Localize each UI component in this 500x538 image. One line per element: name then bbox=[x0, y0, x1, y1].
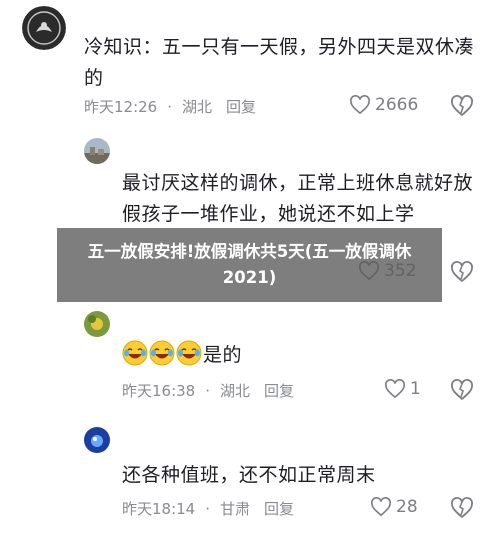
comment-location: 甘肃 bbox=[220, 500, 251, 518]
dislike-button[interactable] bbox=[450, 496, 474, 520]
dislike-heart-icon bbox=[451, 95, 473, 117]
like-button[interactable]: 28 bbox=[370, 497, 418, 517]
like-count: 28 bbox=[396, 497, 418, 517]
comment-location: 湖北 bbox=[220, 382, 251, 400]
comment-location: 湖北 bbox=[182, 98, 213, 116]
avatar[interactable] bbox=[84, 311, 110, 337]
dislike-heart-icon bbox=[451, 379, 473, 401]
like-count: 2666 bbox=[375, 95, 419, 115]
comment-text: 最讨厌这样的调休，正常上班休息就好放假孩子一堆作业，她说还不如上学 bbox=[122, 172, 474, 225]
laughing-emoji bbox=[149, 340, 175, 366]
banner-title: 五一放假安排!放假调休共5天(五一放假调休2021) bbox=[87, 242, 412, 287]
comment-meta: 昨天16:38 · 湖北 回复 bbox=[122, 380, 294, 401]
like-button[interactable]: 1 bbox=[384, 379, 421, 399]
title-banner: 五一放假安排!放假调休共5天(五一放假调休2021) bbox=[57, 228, 442, 302]
comment-time: 昨天18:14 bbox=[122, 500, 196, 518]
reply-button[interactable]: 回复 bbox=[226, 96, 256, 117]
heart-icon bbox=[350, 95, 370, 115]
comment-meta: 昨天12:26 · 湖北 回复 bbox=[84, 96, 256, 117]
heart-icon bbox=[385, 379, 405, 399]
laughing-emoji bbox=[176, 340, 202, 366]
laughing-emoji bbox=[122, 340, 148, 366]
comment-text: 还各种值班，还不如正常周末 bbox=[122, 464, 376, 486]
dislike-heart-icon bbox=[451, 261, 473, 283]
like-count: 1 bbox=[410, 379, 421, 399]
comment-text: 冷知识：五一只有一天假，另外四天是双休凑的 bbox=[84, 36, 475, 89]
like-button[interactable]: 2666 bbox=[349, 95, 418, 115]
comment-time: 昨天12:26 bbox=[84, 98, 158, 116]
separator-dot: · bbox=[205, 499, 211, 518]
dislike-button[interactable] bbox=[450, 94, 474, 118]
comment-time: 昨天16:38 bbox=[122, 382, 196, 400]
comment-body: 是的 bbox=[122, 340, 422, 371]
separator-dot: · bbox=[205, 381, 211, 400]
avatar[interactable] bbox=[84, 138, 110, 164]
heart-icon bbox=[371, 497, 391, 517]
avatar[interactable] bbox=[22, 6, 66, 50]
separator-dot: · bbox=[167, 97, 173, 116]
reply-button[interactable]: 回复 bbox=[264, 498, 294, 519]
reply-button[interactable]: 回复 bbox=[264, 380, 294, 401]
dislike-button[interactable] bbox=[450, 378, 474, 402]
dislike-button[interactable] bbox=[450, 260, 474, 284]
avatar[interactable] bbox=[84, 427, 110, 453]
comment-meta: 昨天18:14 · 甘肃 回复 bbox=[122, 498, 294, 519]
comment-text: 是的 bbox=[203, 344, 243, 366]
dislike-heart-icon bbox=[451, 497, 473, 519]
